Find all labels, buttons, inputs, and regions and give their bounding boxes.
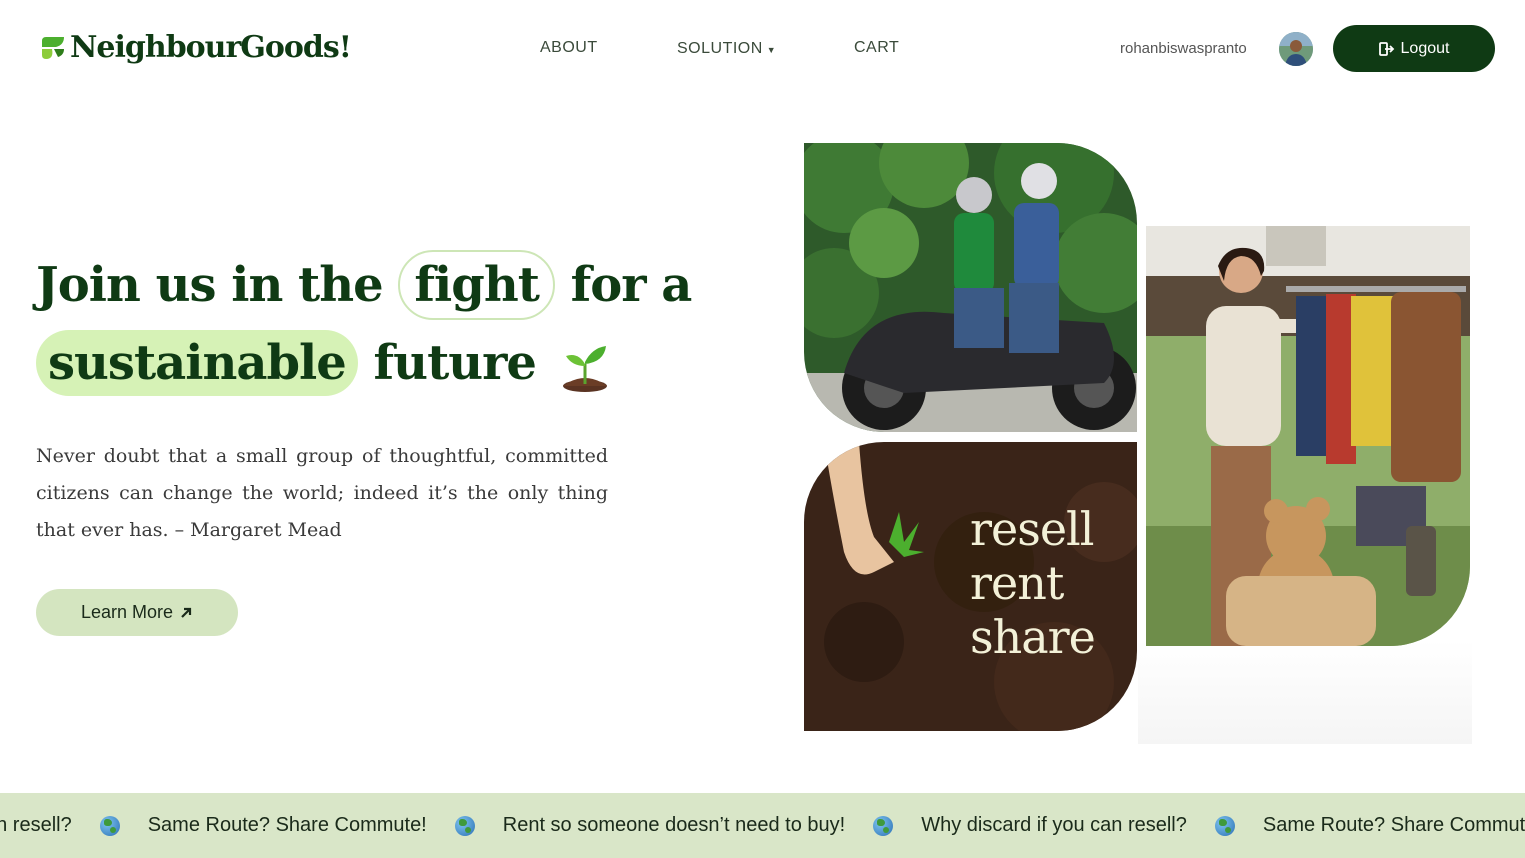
marquee-item: Why discard if you can resell? xyxy=(921,814,1187,836)
logout-button[interactable]: Logout xyxy=(1333,25,1495,72)
nav-solution-label: SOLUTION xyxy=(677,40,763,57)
learn-more-button[interactable]: Learn More xyxy=(36,589,238,636)
headline-text: future xyxy=(373,335,537,391)
hero-quote: Never doubt that a small group of though… xyxy=(36,445,608,541)
headline-line-1: Join us in the fight for a xyxy=(36,246,693,324)
headline-text: for a xyxy=(570,257,693,313)
globe-icon xyxy=(454,815,475,836)
overlay-share: share xyxy=(970,610,1096,664)
globe-icon xyxy=(1214,815,1235,836)
marquee-item: Same Route? Share Commute! xyxy=(147,814,427,836)
overlay-rent: rent xyxy=(970,556,1064,610)
logout-icon xyxy=(1378,41,1394,56)
scooter-image xyxy=(804,143,1137,432)
thrift-image xyxy=(1146,226,1470,646)
overlay-resell: resell xyxy=(970,502,1094,556)
seedling-icon xyxy=(562,345,607,392)
headline-highlight-sustainable: sustainable xyxy=(36,330,358,396)
nav-solution-dropdown[interactable]: SOLUTION ▼ xyxy=(677,40,776,58)
username[interactable]: rohanbiswaspranto xyxy=(1120,40,1247,57)
soil-photo: resell rent share xyxy=(804,442,1137,731)
hero-headline: Join us in the fight for a sustainable f… xyxy=(36,246,693,402)
globe-icon xyxy=(873,815,894,836)
nav-about[interactable]: ABOUT xyxy=(540,39,598,57)
marquee-track: an resell? Same Route? Share Commute! Re… xyxy=(0,793,1525,858)
caret-down-icon: ▼ xyxy=(766,44,777,55)
headline-line-2: sustainable future xyxy=(36,324,691,402)
learn-more-label: Learn More xyxy=(80,602,174,622)
slogan-marquee: an resell? Same Route? Share Commute! Re… xyxy=(0,793,1525,858)
thrift-rack-photo xyxy=(1146,226,1470,646)
resell-rent-share-overlay: resell rent share xyxy=(970,502,1096,664)
image-shadow xyxy=(1138,640,1472,744)
headline-highlight-fight: fight xyxy=(398,250,555,320)
leaf-logo-icon xyxy=(42,36,64,59)
avatar-image xyxy=(1279,32,1313,66)
marquee-item: an resell? xyxy=(0,814,72,836)
logout-label: Logout xyxy=(1400,39,1450,57)
avatar[interactable] xyxy=(1279,32,1313,66)
brand-name: NeighbourGoods! xyxy=(70,30,352,65)
headline-text: Join us in the xyxy=(36,257,384,313)
brand-logo[interactable]: NeighbourGoods! xyxy=(40,30,352,65)
globe-icon xyxy=(99,815,120,836)
scooter-photo xyxy=(804,143,1137,432)
marquee-item: Same Route? Share Commute! xyxy=(1262,814,1525,836)
arrow-up-right-icon xyxy=(181,607,192,618)
marquee-item: Rent so someone doesn’t need to buy! xyxy=(502,814,846,836)
nav-cart[interactable]: CART xyxy=(854,39,899,57)
